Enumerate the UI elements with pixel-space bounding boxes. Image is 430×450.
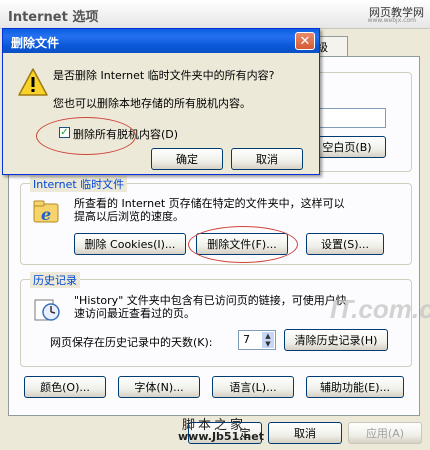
annotation-ellipse-delete-files	[188, 226, 298, 263]
ie-folder-icon: e	[32, 198, 62, 226]
settings-button[interactable]: 设置(S)...	[306, 233, 384, 255]
watermark-url: www.webjx.com	[367, 17, 416, 24]
spin-up-icon[interactable]: ▲	[262, 332, 274, 340]
history-days-spinner[interactable]: 7 ▲ ▼	[238, 330, 276, 350]
history-desc-2: 速访问最近查看过的页。	[74, 307, 195, 320]
cancel-button[interactable]: 取消	[268, 422, 342, 444]
history-legend: 历史记录	[30, 272, 80, 288]
warning-icon	[17, 67, 49, 97]
annotation-ellipse-checkbox	[36, 117, 136, 155]
accessibility-button[interactable]: 辅助功能(E)...	[306, 376, 404, 398]
watermark-itcom: IT.com.cn	[330, 294, 430, 324]
history-clock-icon	[32, 294, 62, 324]
close-icon[interactable]: ✕	[295, 32, 315, 50]
temp-files-legend: Internet 临时文件	[30, 176, 128, 192]
dialog-title-bar: 删除文件 ✕	[3, 29, 319, 53]
dialog-info: 您也可以删除本地存储的所有脱机内容。	[53, 97, 251, 110]
main-title-bar: Internet 选项 网页教学网 www.webjx.com	[0, 0, 430, 29]
dialog-title: 删除文件	[11, 36, 60, 50]
history-days-label: 网页保存在历史记录中的天数(K):	[50, 336, 213, 349]
delete-cookies-button[interactable]: 删除 Cookies(I)...	[74, 233, 186, 255]
apply-button[interactable]: 应用(A)	[348, 422, 422, 444]
dialog-cancel-button[interactable]: 取消	[231, 148, 303, 170]
spin-down-icon[interactable]: ▼	[262, 340, 274, 348]
temp-files-desc-2: 提高以后浏览的速度。	[74, 210, 184, 223]
dialog-question: 是否删除 Internet 临时文件夹中的所有内容?	[53, 69, 275, 82]
colors-button[interactable]: 颜色(O)...	[24, 376, 106, 398]
delete-files-dialog: 删除文件 ✕ 是否删除 Internet 临时文件夹中的所有内容? 您也可以删除…	[2, 28, 320, 175]
dialog-ok-button[interactable]: 确定	[151, 148, 223, 170]
svg-text:e: e	[41, 205, 51, 224]
clear-history-button[interactable]: 清除历史记录(H)	[284, 329, 388, 351]
watermark-jb51-url: www.Jb51.net	[178, 430, 264, 443]
window-title: Internet 选项	[8, 10, 99, 25]
languages-button[interactable]: 语言(L)...	[212, 376, 294, 398]
fonts-button[interactable]: 字体(N)...	[118, 376, 200, 398]
